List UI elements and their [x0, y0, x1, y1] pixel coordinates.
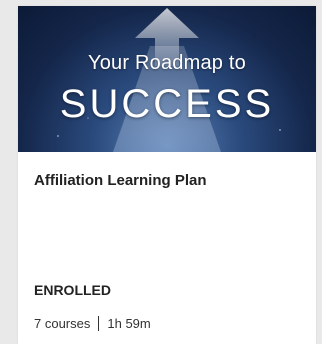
road-arrow-graphic — [57, 8, 281, 152]
banner-title: SUCCESS — [59, 82, 275, 126]
plan-title[interactable]: Affiliation Learning Plan — [34, 172, 207, 189]
banner-subtitle: Your Roadmap to — [88, 52, 246, 74]
learning-plan-card[interactable]: Your Roadmap to SUCCESS Affiliation Lear… — [18, 6, 316, 344]
enrollment-status: ENROLLED — [34, 282, 111, 298]
duration: 1h 59m — [107, 316, 151, 331]
meta-divider — [98, 316, 100, 331]
banner-image: Your Roadmap to SUCCESS — [18, 6, 316, 152]
plan-meta: 7 courses 1h 59m — [34, 316, 151, 331]
course-count: 7 courses — [34, 316, 91, 331]
